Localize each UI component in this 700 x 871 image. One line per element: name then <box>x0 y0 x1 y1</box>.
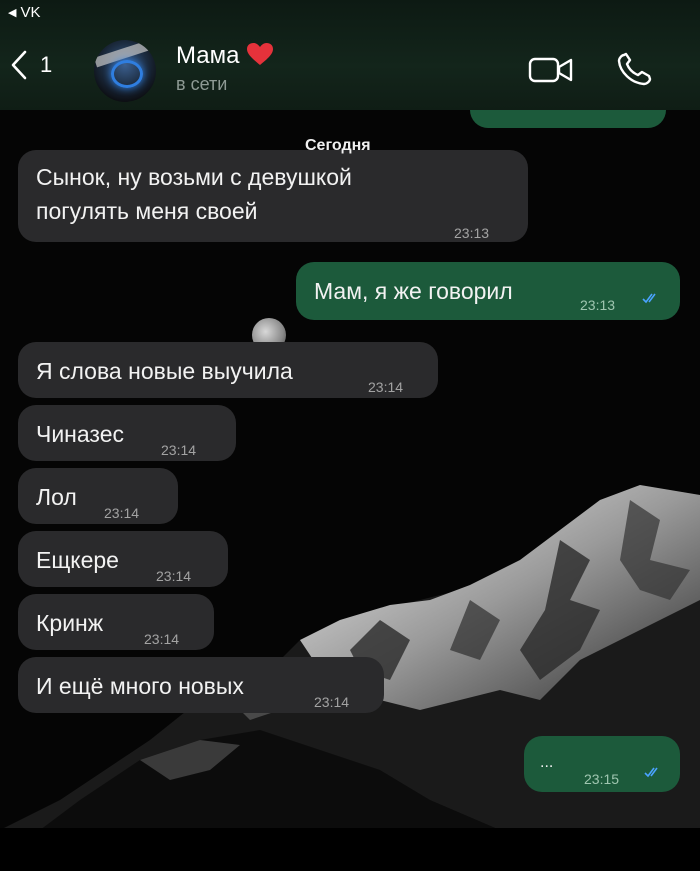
message-text: Я слова новые выучила <box>36 358 293 384</box>
message-bubble[interactable]: Сынок, ну возьми с девушкой погулять мен… <box>18 150 528 242</box>
status-bar: ◀ VK <box>0 0 700 28</box>
message-text: ... <box>540 754 554 771</box>
contact-status: в сети <box>176 74 228 94</box>
return-to-app[interactable]: ◀ VK <box>8 4 40 21</box>
message-bubble[interactable]: Ещкере 23:14 <box>18 531 228 587</box>
message-text: И ещё много новых <box>36 673 244 699</box>
message-text: Мам, я же говорил <box>314 278 513 304</box>
chat-screen: 1 Мама в сети Сегодня Сынок, ну возьми с… <box>0 0 700 871</box>
unread-count: 1 <box>40 52 53 77</box>
message-bubble[interactable]: Кринж 23:14 <box>18 594 214 650</box>
message-time: 23:15 <box>584 771 620 787</box>
phone-call-icon[interactable] <box>616 52 656 86</box>
message-bubble[interactable]: И ещё много новых 23:14 <box>18 657 384 713</box>
message-text: Кринж <box>36 610 104 636</box>
contact-name[interactable]: Мама <box>176 42 274 70</box>
message-text: Лол <box>36 484 77 510</box>
message-time: 23:14 <box>368 379 404 395</box>
message-bubble[interactable]: ... 23:15 <box>524 736 680 792</box>
message-time: 23:14 <box>314 694 350 710</box>
message-text: Чиназес <box>36 421 124 447</box>
message-time: 23:14 <box>144 631 180 647</box>
message-text-line-1: Сынок, ну возьми с девушкой <box>36 164 352 190</box>
message-text: Ещкере <box>36 547 119 573</box>
message-bubble[interactable]: Я слова новые выучила 23:14 <box>18 342 438 398</box>
bottom-bar <box>0 828 700 871</box>
message-time: 23:14 <box>104 505 140 521</box>
back-button[interactable]: 1 <box>10 50 52 80</box>
date-separator: Сегодня <box>305 137 371 154</box>
message-bubble[interactable]: Мам, я же говорил 23:13 <box>296 262 680 320</box>
message-time: 23:13 <box>454 225 490 241</box>
message-bubble[interactable]: Чиназес 23:14 <box>18 405 236 461</box>
avatar[interactable] <box>94 40 156 102</box>
heart-icon <box>247 43 274 65</box>
message-time: 23:13 <box>580 297 616 313</box>
return-app-name: VK <box>20 4 41 21</box>
message-time: 23:14 <box>156 568 192 584</box>
message-time: 23:14 <box>161 442 197 458</box>
back-triangle-icon: ◀ <box>8 7 17 19</box>
chevron-left-icon <box>11 50 27 80</box>
message-bubble[interactable]: Лол 23:14 <box>18 468 178 524</box>
video-call-icon[interactable] <box>528 56 574 84</box>
read-checks-icon <box>644 767 658 778</box>
read-checks-icon <box>642 293 656 304</box>
